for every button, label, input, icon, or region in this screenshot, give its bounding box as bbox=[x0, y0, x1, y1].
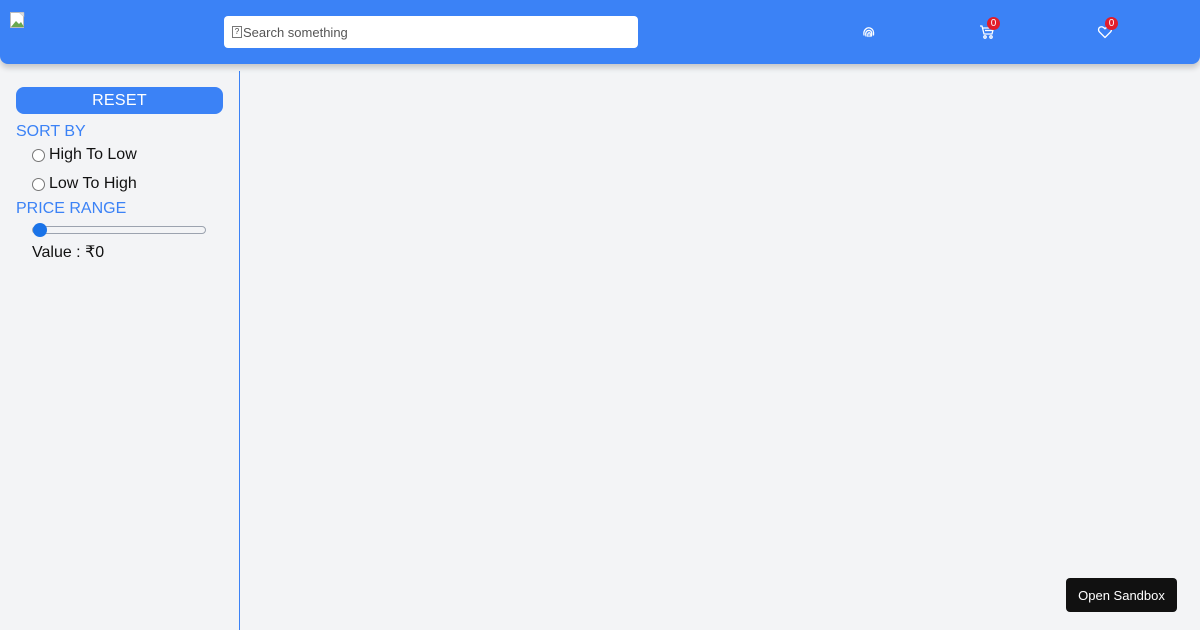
sort-option-low-to-high[interactable]: Low To High bbox=[32, 175, 137, 193]
fingerprint-icon bbox=[863, 27, 875, 38]
cart-button[interactable]: 0 bbox=[977, 17, 1000, 42]
price-range-slider[interactable] bbox=[32, 222, 206, 238]
sort-option-label: High To Low bbox=[49, 146, 137, 163]
slider-track[interactable] bbox=[32, 226, 206, 234]
reset-button[interactable]: RESET bbox=[16, 87, 223, 114]
wishlist-count-badge: 0 bbox=[1105, 17, 1118, 30]
sort-radio-high-to-low[interactable] bbox=[32, 148, 45, 162]
sort-option-label: Low To High bbox=[49, 175, 137, 192]
search-icon: ? bbox=[232, 26, 242, 38]
wishlist-button[interactable]: 0 bbox=[1095, 17, 1118, 42]
price-value-text: Value : ₹0 bbox=[32, 244, 105, 261]
top-navbar: ? 0 0 bbox=[0, 0, 1200, 64]
price-range-heading: PRICE RANGE bbox=[16, 200, 127, 217]
open-sandbox-button[interactable]: Open Sandbox bbox=[1066, 578, 1177, 612]
search-input[interactable] bbox=[243, 18, 623, 46]
filter-sidebar: RESET SORT BY High To Low Low To High PR… bbox=[0, 71, 240, 630]
sort-by-heading: SORT BY bbox=[16, 123, 86, 140]
cart-count-badge: 0 bbox=[987, 17, 1000, 30]
sort-option-high-to-low[interactable]: High To Low bbox=[32, 146, 137, 164]
search-bar[interactable]: ? bbox=[224, 16, 638, 48]
slider-thumb[interactable] bbox=[33, 223, 47, 237]
sort-radio-low-to-high[interactable] bbox=[32, 177, 45, 191]
broken-logo-image[interactable] bbox=[10, 12, 26, 28]
profile-button[interactable] bbox=[859, 22, 879, 42]
